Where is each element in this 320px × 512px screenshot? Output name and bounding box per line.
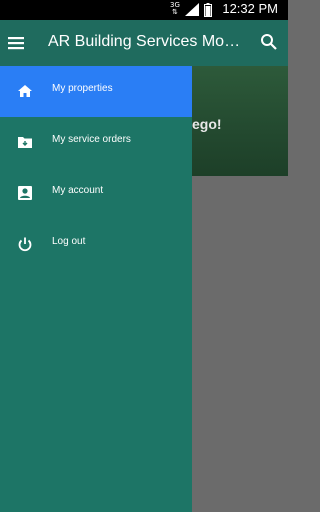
drawer-item-log-out[interactable]: Log out [0, 219, 192, 270]
app-title: AR Building Services Mobile [48, 33, 248, 50]
drawer-item-label: My properties [52, 83, 113, 94]
network-type: 3G [170, 1, 180, 9]
drawer-item-label: My account [52, 185, 104, 196]
app-bar: AR Building Services Mobile [0, 20, 288, 66]
drawer-item-label: My service orders [52, 134, 131, 145]
clock: 12:32 PM [222, 1, 278, 16]
drawer-item-my-service-orders[interactable]: My service orders [0, 117, 192, 168]
background-banner: ego! [192, 66, 288, 176]
account-box-icon [18, 186, 32, 200]
drawer-item-my-account[interactable]: My account [0, 168, 192, 219]
folder-icon [18, 137, 32, 148]
status-bar: 3G ⇅ 12:32 PM [0, 0, 288, 20]
menu-icon[interactable] [7, 34, 25, 52]
power-icon [18, 237, 32, 252]
drawer-item-label: Log out [52, 236, 86, 247]
banner-text: ego! [192, 116, 222, 132]
search-icon[interactable] [260, 33, 278, 51]
navigation-drawer: My properties My service orders My accou… [0, 66, 192, 512]
home-icon [18, 85, 32, 97]
drawer-item-my-properties[interactable]: My properties [0, 66, 192, 117]
signal-icon [185, 3, 199, 16]
battery-icon [204, 3, 212, 17]
network-indicator: 3G ⇅ [170, 1, 180, 16]
